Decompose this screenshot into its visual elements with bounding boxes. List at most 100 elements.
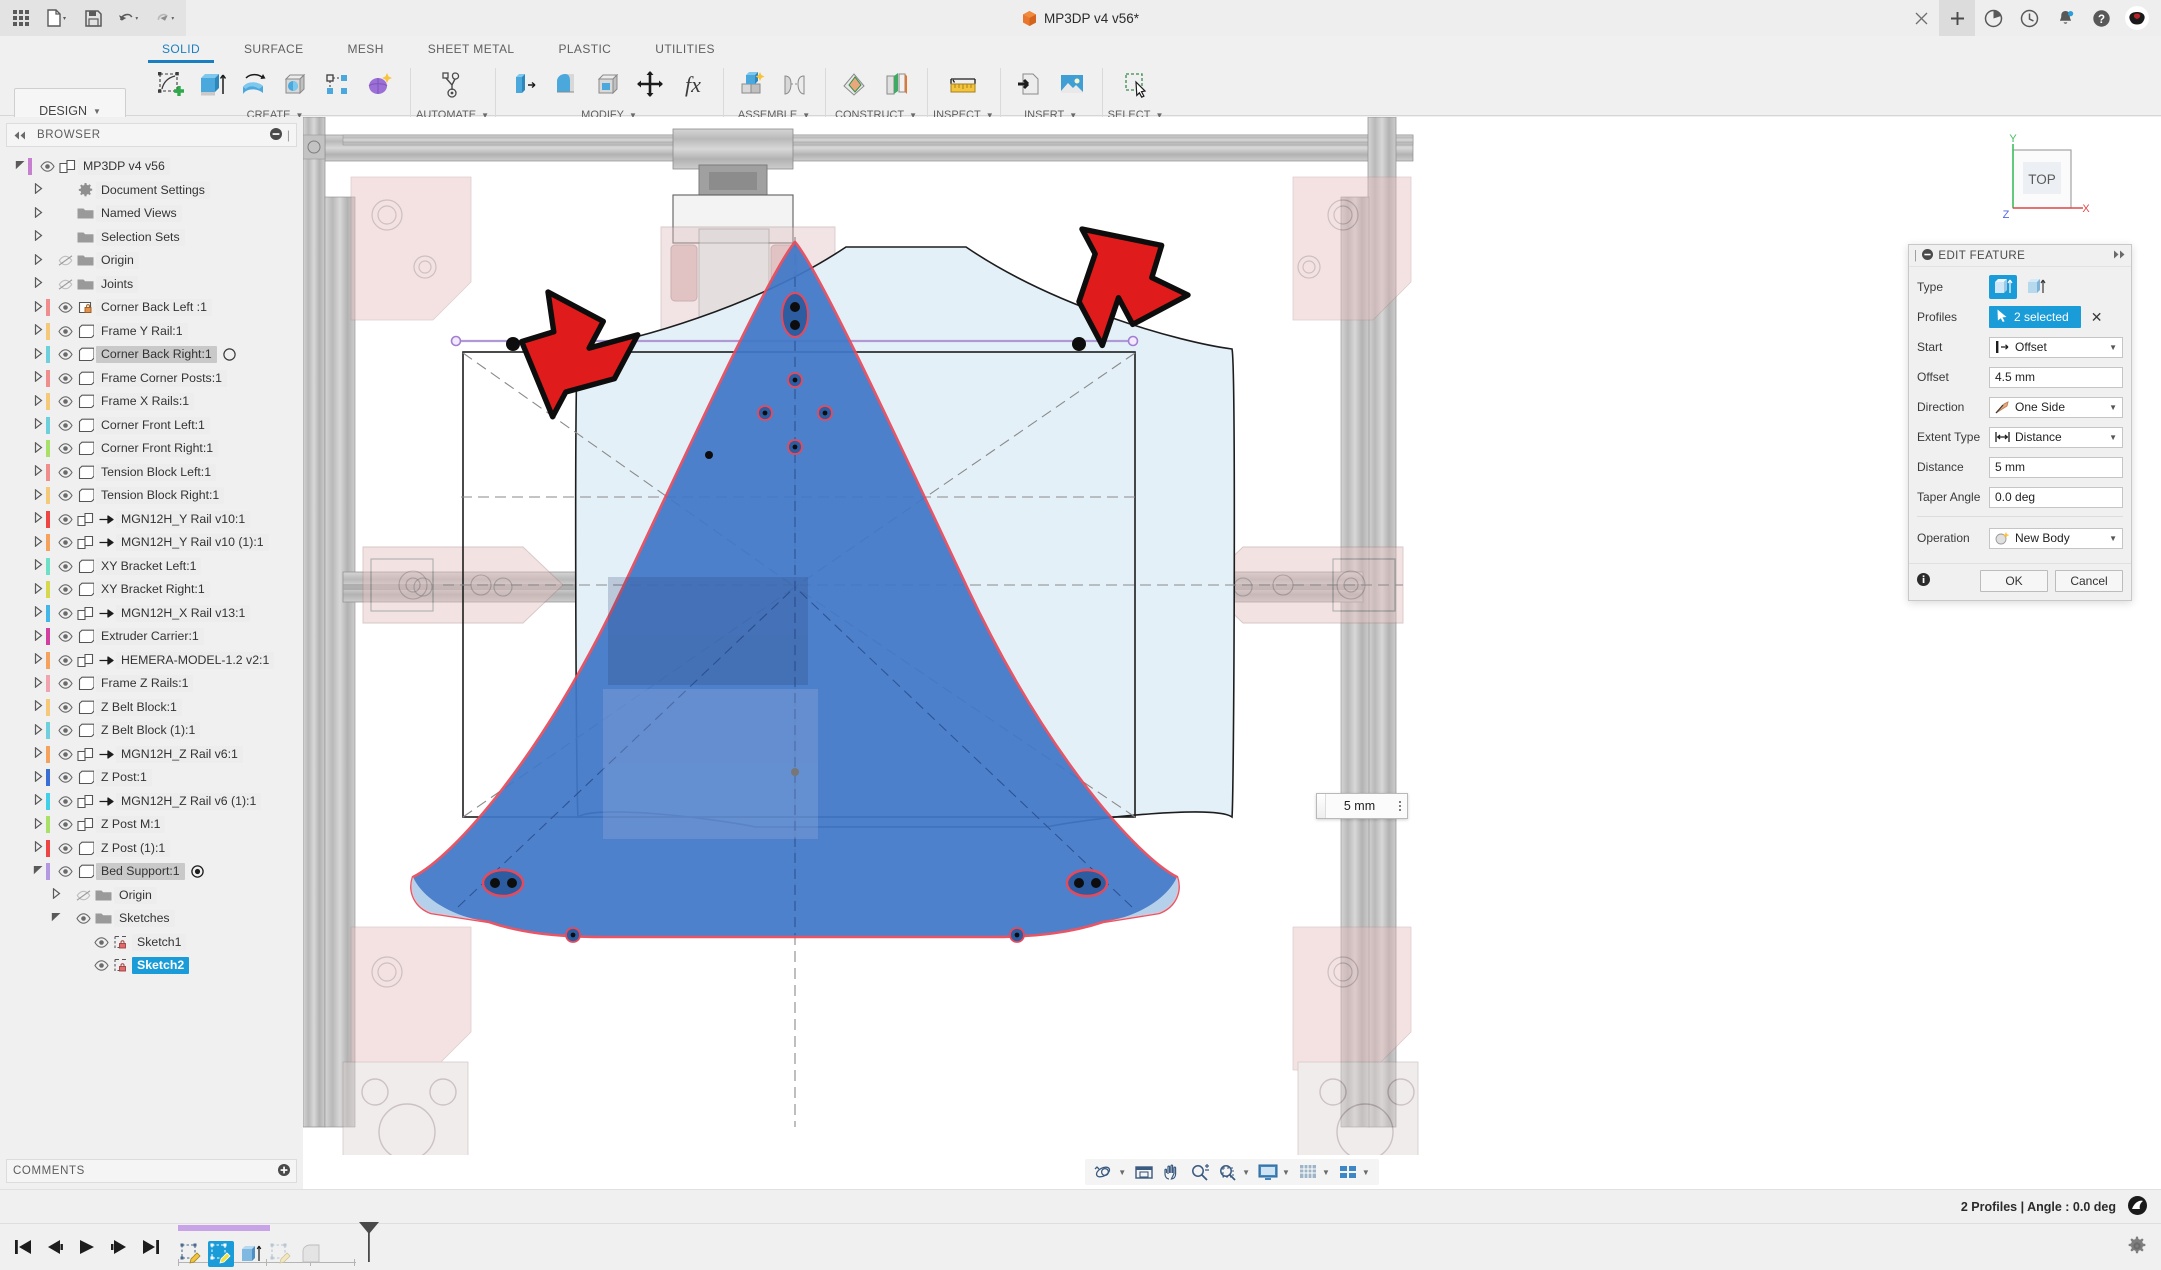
eye-hidden-icon[interactable] <box>74 890 93 901</box>
press-pull-icon[interactable] <box>505 65 545 105</box>
offset-input[interactable]: 4.5 mm <box>1989 366 2123 388</box>
zoom-window-icon[interactable]: ▼ <box>1215 1161 1253 1183</box>
create-sketch-icon[interactable] <box>150 65 190 105</box>
tab-solid[interactable]: SOLID <box>140 36 222 63</box>
collapse-arrow-icon[interactable] <box>48 912 64 925</box>
info-icon[interactable] <box>1917 573 1930 589</box>
expand-arrow-icon[interactable] <box>30 605 46 620</box>
expand-arrow-icon[interactable] <box>30 699 46 714</box>
eye-visible-icon[interactable] <box>56 584 75 596</box>
eye-visible-icon[interactable] <box>56 772 75 784</box>
expand-arrow-icon[interactable] <box>30 770 46 785</box>
eye-visible-icon[interactable] <box>56 302 75 314</box>
expand-arrow-icon[interactable] <box>30 535 46 550</box>
browser-item-extruder-carrier-1[interactable]: Extruder Carrier:1 <box>0 625 303 649</box>
eye-visible-icon[interactable] <box>56 490 75 502</box>
browser-item-tension-block-right-1[interactable]: Tension Block Right:1 <box>0 484 303 508</box>
browser-item-xy-bracket-right-1[interactable]: XY Bracket Right:1 <box>0 578 303 602</box>
start-dropdown[interactable]: Offset ▼ <box>1989 336 2123 358</box>
account-avatar[interactable] <box>2119 0 2155 36</box>
minus-circle-icon[interactable] <box>1922 248 1934 263</box>
extent-type-dropdown[interactable]: Distance ▼ <box>1989 426 2123 448</box>
notifications-icon[interactable] <box>2047 0 2083 36</box>
expand-arrow-icon[interactable] <box>30 323 46 338</box>
distance-input[interactable]: 5 mm <box>1989 456 2123 478</box>
browser-item-corner-front-right-1[interactable]: Corner Front Right:1 <box>0 437 303 461</box>
pan-icon[interactable] <box>1159 1161 1185 1183</box>
browser-item-z-belt-block-1[interactable]: Z Belt Block:1 <box>0 696 303 720</box>
eye-hidden-icon[interactable] <box>56 279 75 290</box>
browser-item-mgn12h-y-rail-v10-1[interactable]: MGN12H_Y Rail v10:1 <box>0 508 303 532</box>
expand-arrow-icon[interactable] <box>30 206 46 221</box>
ok-button[interactable]: OK <box>1980 570 2048 592</box>
plane-at-angle-icon[interactable] <box>877 65 917 105</box>
activate-component-icon[interactable] <box>223 348 236 361</box>
browser-item-tension-block-left-1[interactable]: Tension Block Left:1 <box>0 461 303 485</box>
eye-visible-icon[interactable] <box>56 443 75 455</box>
minus-circle-icon[interactable] <box>269 127 282 143</box>
expand-arrow-icon[interactable] <box>30 511 46 526</box>
timeline-go-start-button[interactable] <box>14 1239 32 1255</box>
timeline-end-marker[interactable] <box>358 1222 394 1265</box>
expand-arrow-icon[interactable] <box>30 582 46 597</box>
extrude-icon[interactable] <box>192 65 232 105</box>
dimension-input-box[interactable]: 5 mm <box>1316 793 1408 819</box>
settings-gear-icon[interactable] <box>2127 1236 2147 1259</box>
offset-plane-icon[interactable] <box>835 65 875 105</box>
eye-visible-icon[interactable] <box>56 372 75 384</box>
expand-arrow-icon[interactable] <box>30 558 46 573</box>
timeline-play-button[interactable] <box>78 1239 96 1255</box>
extrude-surface-icon[interactable] <box>2022 275 2050 299</box>
browser-item-origin[interactable]: Origin <box>0 884 303 908</box>
dimension-menu-icon[interactable] <box>1393 801 1407 811</box>
expand-arrow-icon[interactable] <box>30 417 46 432</box>
eye-visible-icon[interactable] <box>56 866 75 878</box>
viewports-icon[interactable]: ▼ <box>1335 1161 1373 1183</box>
expand-arrow-icon[interactable] <box>30 276 46 291</box>
browser-item-corner-back-right-1[interactable]: Corner Back Right:1 <box>0 343 303 367</box>
operation-dropdown[interactable]: New Body ▼ <box>1989 527 2123 549</box>
eye-visible-icon[interactable] <box>38 161 57 173</box>
new-tab-button[interactable] <box>1939 0 1975 36</box>
timeline-feature-sketch3[interactable] <box>268 1241 294 1267</box>
comments-panel-header[interactable]: COMMENTS <box>6 1159 297 1183</box>
browser-item-frame-z-rails-1[interactable]: Frame Z Rails:1 <box>0 672 303 696</box>
job-status-icon[interactable] <box>1975 0 2011 36</box>
display-settings-icon[interactable]: ▼ <box>1255 1161 1293 1183</box>
expand-arrow-icon[interactable] <box>30 817 46 832</box>
expand-arrow-icon[interactable] <box>30 746 46 761</box>
chevrons-right-icon[interactable] <box>2112 250 2126 262</box>
timeline-feature-sketch1[interactable] <box>178 1241 204 1267</box>
browser-item-sketches[interactable]: Sketches <box>0 907 303 931</box>
collapse-arrow-icon[interactable] <box>30 865 46 878</box>
recent-icon[interactable] <box>2011 0 2047 36</box>
dimension-value[interactable]: 5 mm <box>1326 799 1393 813</box>
canvas-viewport[interactable]: KEEP CLEAR FOR AIRFLOW <box>303 117 2161 1189</box>
panel-resize-handle[interactable]: | <box>287 128 290 142</box>
browser-item-z-post-m-1[interactable]: Z Post M:1 <box>0 813 303 837</box>
expand-arrow-icon[interactable] <box>30 488 46 503</box>
eye-visible-icon[interactable] <box>56 842 75 854</box>
browser-item-sketch2[interactable]: Sketch2 <box>0 954 303 978</box>
revolve-icon[interactable] <box>234 65 274 105</box>
sweep-icon[interactable] <box>276 65 316 105</box>
pattern-icon[interactable] <box>318 65 358 105</box>
automate-icon[interactable] <box>433 65 473 105</box>
pan-view-icon[interactable] <box>1131 1161 1157 1183</box>
browser-item-joints[interactable]: Joints <box>0 273 303 297</box>
eye-visible-icon[interactable] <box>56 631 75 643</box>
expand-arrow-icon[interactable] <box>30 840 46 855</box>
plus-circle-icon[interactable] <box>278 1163 290 1179</box>
eye-visible-icon[interactable] <box>56 513 75 525</box>
browser-item-corner-back-left-1[interactable]: Corner Back Left :1 <box>0 296 303 320</box>
tab-surface[interactable]: SURFACE <box>222 36 325 62</box>
expand-arrow-icon[interactable] <box>30 723 46 738</box>
eye-visible-icon[interactable] <box>56 560 75 572</box>
eye-visible-icon[interactable] <box>56 537 75 549</box>
expand-arrow-icon[interactable] <box>30 347 46 362</box>
collapse-left-icon[interactable] <box>13 128 27 143</box>
measure-icon[interactable] <box>943 65 983 105</box>
expand-arrow-icon[interactable] <box>30 182 46 197</box>
eye-visible-icon[interactable] <box>56 325 75 337</box>
expand-arrow-icon[interactable] <box>30 652 46 667</box>
